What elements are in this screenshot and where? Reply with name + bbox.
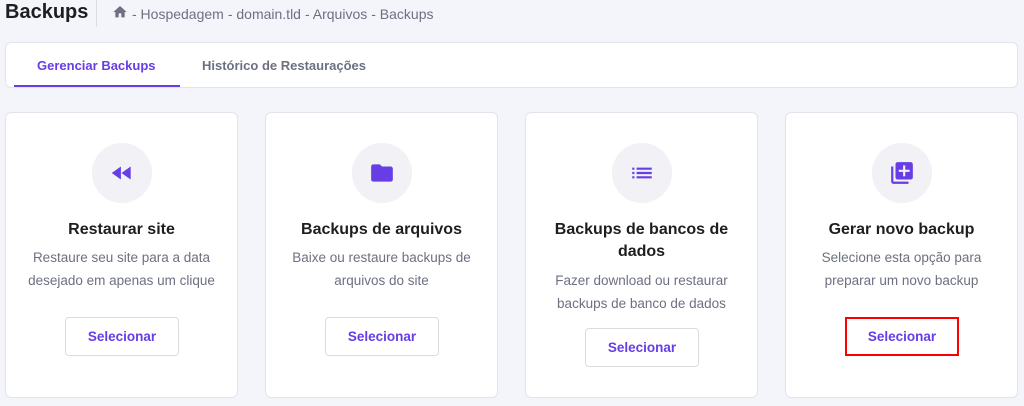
- select-button[interactable]: Selecionar: [325, 317, 439, 356]
- home-icon[interactable]: [112, 4, 128, 23]
- card-title: Backups de bancos de dados: [554, 221, 729, 260]
- page-title: Backups: [5, 1, 89, 23]
- breadcrumb: - Hospedagem - domain.tld - Arquivos - B…: [112, 4, 433, 23]
- add-library-icon: [872, 143, 932, 203]
- card-restaurar-site: Restaurar site Restaure seu site para a …: [5, 112, 238, 398]
- select-button[interactable]: Selecionar: [845, 317, 959, 356]
- breadcrumb-backups: - Backups: [371, 5, 434, 22]
- tab-historico-restauracoes[interactable]: Histórico de Restaurações: [202, 58, 366, 73]
- card-description: Fazer download ou restaurar backups de b…: [555, 273, 728, 311]
- select-button[interactable]: Selecionar: [585, 328, 699, 367]
- breadcrumb-hospedagem[interactable]: - Hospedagem: [132, 6, 224, 22]
- list-icon: [612, 143, 672, 203]
- breadcrumb-arquivos[interactable]: - Arquivos: [305, 6, 367, 22]
- card-backups-bancos: Backups de bancos de dados Fazer downloa…: [525, 112, 758, 398]
- folder-icon: [352, 143, 412, 203]
- tab-gerenciar-backups[interactable]: Gerenciar Backups: [37, 58, 156, 73]
- select-button[interactable]: Selecionar: [65, 317, 179, 356]
- card-title: Restaurar site: [68, 221, 175, 238]
- card-description: Baixe ou restaure backups de arquivos do…: [292, 250, 471, 288]
- card-description: Restaure seu site para a data desejado e…: [28, 250, 215, 288]
- card-backups-arquivos: Backups de arquivos Baixe ou restaure ba…: [265, 112, 498, 398]
- active-tab-indicator: [14, 85, 180, 87]
- rewind-icon: [92, 143, 152, 203]
- card-gerar-novo-backup: Gerar novo backup Selecione esta opção p…: [785, 112, 1018, 398]
- divider: [96, 0, 97, 27]
- breadcrumb-domain[interactable]: - domain.tld: [228, 6, 301, 22]
- card-title: Backups de arquivos: [301, 221, 462, 238]
- tab-bar: Gerenciar Backups Histórico de Restauraç…: [5, 42, 1018, 88]
- card-description: Selecione esta opção para preparar um no…: [821, 250, 982, 288]
- card-title: Gerar novo backup: [828, 221, 975, 238]
